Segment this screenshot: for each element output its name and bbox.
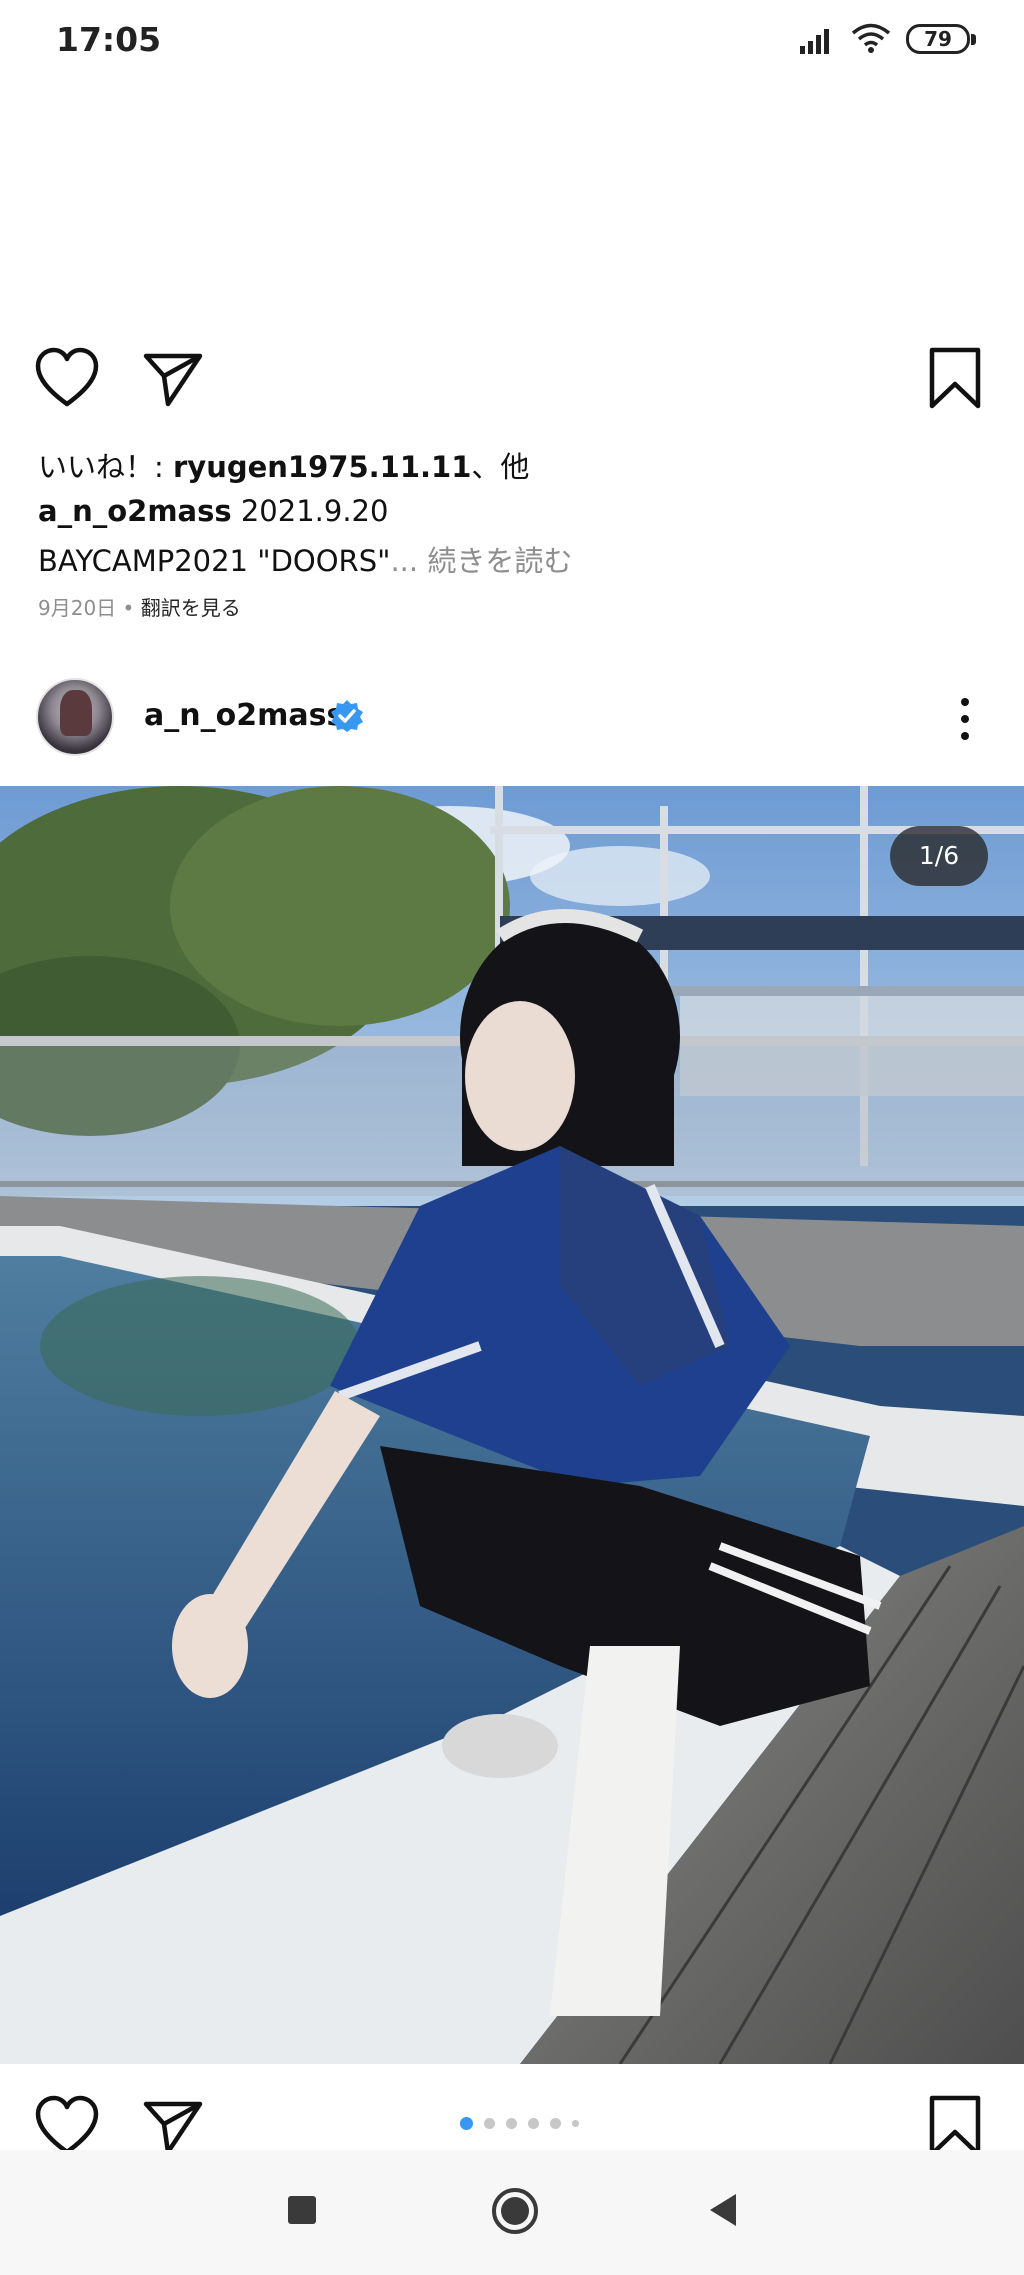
likes-prefix: いいね！: — [38, 450, 173, 484]
meta-separator: • — [116, 596, 141, 620]
carousel-dot — [572, 2119, 579, 2127]
previous-post-actions — [0, 340, 1024, 420]
caption-header: a_n_o2mass 2021.9.20 — [38, 494, 388, 528]
caption-body: BAYCAMP2021 "DOORS"... 続きを読む — [38, 538, 572, 580]
slide-counter: 1/6 — [890, 826, 988, 886]
post-username[interactable]: a_n_o2mass — [144, 698, 344, 733]
likes-suffix: 、他 — [471, 450, 530, 484]
caption-text: BAYCAMP2021 "DOORS" — [38, 544, 391, 578]
share-icon — [143, 353, 203, 407]
system-navigation-bar — [0, 2150, 1024, 2275]
share-button[interactable] — [138, 344, 208, 414]
verified-badge-icon — [331, 700, 363, 732]
carousel-dot — [528, 2117, 539, 2129]
heart-icon — [35, 347, 99, 407]
avatar[interactable] — [36, 678, 114, 756]
caption-date: 2021.9.20 — [231, 494, 389, 528]
battery-icon: 79 — [906, 24, 976, 54]
bookmark-icon — [929, 347, 981, 409]
carousel-dot — [484, 2117, 495, 2129]
read-more-link[interactable]: ... 続きを読む — [390, 544, 572, 578]
post-meta: 9月20日 • 翻訳を見る — [38, 592, 241, 621]
post-photo — [0, 786, 1024, 2064]
carousel-dot — [506, 2117, 517, 2129]
see-translation-link[interactable]: 翻訳を見る — [141, 596, 241, 620]
post-header: a_n_o2mass — [0, 676, 1024, 760]
carousel-dot — [550, 2117, 561, 2129]
save-button[interactable] — [920, 344, 990, 414]
nav-back-icon[interactable] — [706, 2192, 740, 2228]
like-button[interactable] — [32, 344, 102, 414]
nav-recents-icon[interactable] — [286, 2194, 318, 2226]
post-image[interactable] — [0, 786, 1024, 2064]
carousel-indicator — [460, 2113, 590, 2133]
caption-username[interactable]: a_n_o2mass — [38, 494, 232, 528]
status-time: 17:05 — [56, 20, 162, 59]
likes-summary[interactable]: いいね！: ryugen1975.11.11、他 — [38, 444, 529, 486]
wifi-icon — [851, 23, 891, 53]
status-bar: 17:05 79 — [0, 0, 1024, 80]
carousel-dot — [460, 2116, 473, 2130]
more-options-icon[interactable] — [948, 694, 982, 744]
nav-home-icon[interactable] — [490, 2186, 540, 2236]
liker-username[interactable]: ryugen1975.11.11 — [173, 450, 471, 484]
signal-icon — [800, 29, 829, 54]
post-date: 9月20日 — [38, 596, 117, 620]
